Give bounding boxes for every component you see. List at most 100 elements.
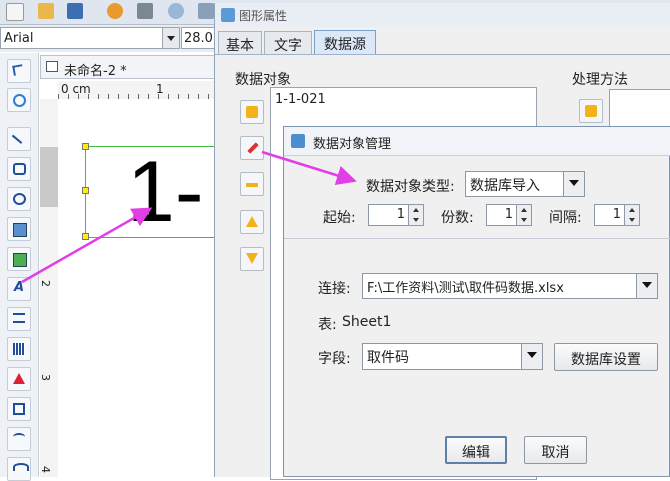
text-tool-button[interactable]: A [7,277,31,301]
qrcode-tool-button[interactable] [7,397,31,421]
copies-value: 1 [504,207,513,222]
open-folder-icon[interactable] [38,3,54,19]
start-stepper[interactable]: 1 [368,204,424,226]
curve-icon [13,433,25,441]
chevron-down-icon[interactable] [563,172,584,196]
table-label: 表: [318,317,337,333]
field-value: 取件码 [367,350,409,366]
dialog-titlebar[interactable]: 图形属性 [215,3,670,27]
connection-label: 连接: [318,281,351,297]
image-tool-button[interactable] [7,217,31,241]
ruler-highlight [40,147,58,207]
dialog-title: 图形属性 [239,9,288,23]
app-icon [221,8,235,22]
database-settings-button[interactable]: 数据库设置 [554,343,658,371]
resize-handle[interactable] [82,187,89,194]
rotate-icon [13,94,26,107]
arrow-down-icon [246,253,258,264]
line-tool-button[interactable] [7,127,31,151]
copies-label: 份数: [441,210,474,226]
barcode-tool-button[interactable] [7,337,31,361]
new-file-icon[interactable] [6,3,24,21]
canvas-text-object[interactable]: 1- [127,146,203,238]
stepper-down-icon[interactable] [624,215,639,225]
arc-tool-button[interactable] [7,457,31,481]
interval-stepper[interactable]: 1 [594,204,640,226]
vruler-label-4: 4 [39,466,52,473]
document-tab[interactable]: 未命名-2 * [40,55,215,79]
print-icon[interactable] [137,3,153,19]
tab-divider [215,54,670,55]
arrow-up-icon [246,216,258,227]
add-processing-button[interactable] [579,99,603,123]
tab-text[interactable]: 文字 [264,31,312,55]
move-down-button[interactable] [240,247,264,271]
barcode-icon [13,343,25,355]
paragraph-icon [13,313,25,323]
vruler-label-3: 3 [39,374,52,381]
database-icon[interactable] [198,3,214,19]
chevron-down-icon[interactable] [636,274,657,298]
line-icon [11,130,27,144]
minus-icon [246,183,258,187]
start-value: 1 [396,207,405,222]
connection-value: F:\工作资料\测试\取件码数据.xlsx [367,281,564,296]
data-object-management-dialog: 数据对象管理 数据对象类型: 数据库导入 起始: 1 份数: 1 间隔: 1 连… [283,126,670,477]
pointer-tool-button[interactable] [7,59,31,83]
curve-tool-button[interactable] [7,427,31,451]
tab-basic[interactable]: 基本 [218,31,262,55]
delete-data-object-button[interactable] [240,172,264,196]
font-size-input[interactable]: 28.0 [181,27,215,49]
field-label: 字段: [318,351,351,367]
data-object-type-value: 数据库导入 [470,178,540,194]
copies-stepper[interactable]: 1 [486,204,532,226]
processing-method-list[interactable] [609,89,670,129]
stepper-down-icon[interactable] [516,215,531,225]
resize-handle[interactable] [82,233,89,240]
rectangle-tool-button[interactable] [7,157,31,181]
font-family-select[interactable]: Arial [0,27,180,49]
resize-handle[interactable] [82,143,89,150]
field-select[interactable]: 取件码 [362,343,543,370]
stepper-down-icon[interactable] [408,215,423,225]
cursor-arrow-icon [12,64,24,76]
document-icon [46,61,58,72]
rectangle-icon [13,163,26,175]
plus-icon [585,105,597,117]
picture-icon [13,253,27,267]
data-object-type-label: 数据对象类型: [366,179,455,195]
horizontal-ruler: 0 cm 1 [58,81,215,100]
save-icon[interactable] [67,3,83,19]
section-divider [284,238,670,239]
app-icon [291,134,305,148]
shape-tool-button[interactable] [7,367,31,391]
dialog-titlebar[interactable]: 数据对象管理 [284,127,670,156]
table-value: Sheet1 [342,314,392,330]
text-a-icon: A [14,280,25,295]
interval-label: 间隔: [549,210,582,226]
zoom-icon[interactable] [168,3,184,19]
tool-palette: A [0,53,39,481]
data-objects-label: 数据对象 [235,72,291,88]
qrcode-icon [13,403,25,415]
chevron-down-icon[interactable] [521,344,542,369]
edit-button[interactable]: 编辑 [445,436,507,464]
document-tab-label: 未命名-2 * [64,64,127,79]
cancel-button[interactable]: 取消 [524,436,587,464]
picture-tool-button[interactable] [7,247,31,271]
list-item[interactable]: 1-1-021 [271,90,536,110]
ellipse-tool-button[interactable] [7,187,31,211]
add-data-object-button[interactable] [240,100,264,124]
tab-data-source[interactable]: 数据源 [314,30,376,55]
connection-select[interactable]: F:\工作资料\测试\取件码数据.xlsx [362,273,658,299]
plus-icon [246,106,258,118]
settings-gear-icon[interactable] [107,3,123,19]
chevron-down-icon[interactable] [162,28,179,48]
font-family-value: Arial [4,31,34,46]
edit-data-object-button[interactable] [240,136,264,160]
pencil-icon [247,142,259,154]
paragraph-tool-button[interactable] [7,307,31,331]
data-object-type-select[interactable]: 数据库导入 [465,171,585,197]
move-up-button[interactable] [240,210,264,234]
rotate-tool-button[interactable] [7,88,31,112]
